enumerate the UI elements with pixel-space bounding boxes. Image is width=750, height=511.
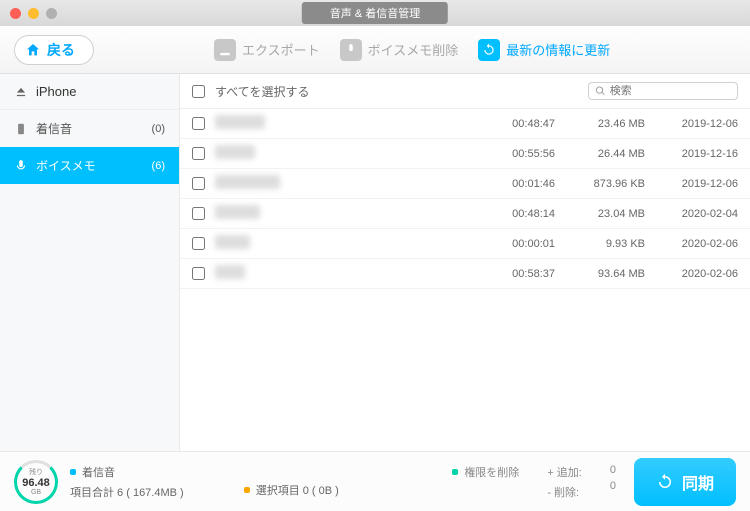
row-checkbox[interactable] [192, 177, 205, 190]
phone-icon [14, 122, 28, 136]
row-size: 9.93 KB [555, 238, 645, 250]
sidebar-item-label: ボイスメモ [36, 157, 152, 174]
row-checkbox[interactable] [192, 147, 205, 160]
footer: 残り 96.48 GB 着信音 項目合計 6 ( 167.4MB ) 選択項目 … [0, 451, 750, 511]
home-icon [25, 42, 41, 58]
search-input[interactable] [610, 85, 731, 97]
refresh-button[interactable]: 最新の情報に更新 [478, 39, 610, 61]
export-label: エクスポート [242, 40, 320, 59]
window-title: 音声 & 着信音管理 [302, 2, 448, 24]
row-duration: 00:58:37 [475, 268, 555, 280]
maximize-icon [46, 8, 57, 19]
total-label: 項目合計 6 ( 167.4MB ) [70, 484, 184, 500]
del-count: 0 [610, 480, 616, 492]
table-row[interactable]: 00:48:1423.04 MB2020-02-04 [180, 199, 750, 229]
dot-icon [452, 469, 458, 475]
add-count: 0 [610, 464, 616, 476]
storage-gauge: 残り 96.48 GB [14, 460, 58, 504]
refresh-icon [478, 39, 500, 61]
sync-icon [656, 473, 674, 491]
gauge-value: 96.48 [22, 477, 50, 489]
row-checkbox[interactable] [192, 267, 205, 280]
main-panel: すべてを選択する 00:48:4723.46 MB2019-12-0600:55… [180, 74, 750, 451]
stats-mid: 選択項目 0 ( 0B ) [244, 466, 339, 498]
rows-container: 00:48:4723.46 MB2019-12-0600:55:5626.44 … [180, 109, 750, 451]
row-duration: 00:48:14 [475, 208, 555, 220]
sync-label: 同期 [682, 470, 714, 494]
row-date: 2020-02-06 [648, 268, 738, 280]
sidebar-item-ringtone[interactable]: 着信音 (0) [0, 110, 179, 147]
row-date: 2019-12-16 [648, 148, 738, 160]
mic-icon [14, 159, 28, 173]
sidebar-device-label: iPhone [36, 84, 76, 99]
toolbar: 戻る エクスポート ボイスメモ削除 最新の情報に更新 [0, 26, 750, 74]
row-name [215, 235, 475, 252]
del-label: - 削除: [547, 487, 579, 499]
row-name [215, 205, 475, 222]
select-all-label: すべてを選択する [215, 83, 578, 100]
row-checkbox[interactable] [192, 117, 205, 130]
content: iPhone 着信音 (0) ボイスメモ (6) すべてを選択する 00:48:… [0, 74, 750, 451]
add-label: + 追加: [547, 467, 582, 479]
sidebar-item-voicememo[interactable]: ボイスメモ (6) [0, 147, 179, 184]
sidebar-item-count: (0) [152, 123, 165, 135]
row-size: 26.44 MB [555, 148, 645, 160]
row-date: 2019-12-06 [648, 118, 738, 130]
export-button[interactable]: エクスポート [214, 39, 320, 61]
delete-button[interactable]: ボイスメモ削除 [340, 39, 459, 61]
row-duration: 00:00:01 [475, 238, 555, 250]
ringtone-label: 着信音 [82, 464, 115, 480]
sync-button[interactable]: 同期 [634, 458, 736, 506]
table-row[interactable]: 00:01:46873.96 KB2019-12-06 [180, 169, 750, 199]
traffic-lights [10, 8, 57, 19]
row-name [215, 145, 475, 162]
row-duration: 00:55:56 [475, 148, 555, 160]
dot-icon [70, 469, 76, 475]
row-name [215, 175, 475, 192]
table-row[interactable]: 00:55:5626.44 MB2019-12-16 [180, 139, 750, 169]
row-size: 23.04 MB [555, 208, 645, 220]
gauge-unit: GB [31, 489, 41, 496]
row-size: 873.96 KB [555, 178, 645, 190]
stats-left: 着信音 項目合計 6 ( 167.4MB ) [70, 464, 184, 500]
sidebar: iPhone 着信音 (0) ボイスメモ (6) [0, 74, 180, 451]
search-icon [595, 85, 606, 97]
sidebar-item-count: (6) [152, 160, 165, 172]
back-label: 戻る [47, 40, 75, 60]
row-name [215, 265, 475, 282]
row-date: 2020-02-04 [648, 208, 738, 220]
select-all-checkbox[interactable] [192, 85, 205, 98]
stats-right: 権限を削除 + 追加: - 削除: 0 0 [452, 464, 616, 500]
row-duration: 00:01:46 [475, 178, 555, 190]
row-date: 2019-12-06 [648, 178, 738, 190]
export-icon [214, 39, 236, 61]
search-box[interactable] [588, 82, 738, 100]
row-checkbox[interactable] [192, 207, 205, 220]
row-duration: 00:48:47 [475, 118, 555, 130]
back-button[interactable]: 戻る [14, 35, 94, 65]
delete-label: ボイスメモ削除 [368, 40, 459, 59]
table-row[interactable]: 00:58:3793.64 MB2020-02-06 [180, 259, 750, 289]
table-row[interactable]: 00:48:4723.46 MB2019-12-06 [180, 109, 750, 139]
perm-delete-label: 権限を削除 [464, 464, 519, 480]
table-row[interactable]: 00:00:019.93 KB2020-02-06 [180, 229, 750, 259]
dot-icon [244, 487, 250, 493]
eject-icon [14, 85, 28, 99]
sidebar-item-label: 着信音 [36, 120, 152, 137]
row-size: 93.64 MB [555, 268, 645, 280]
mic-delete-icon [340, 39, 362, 61]
row-name [215, 115, 475, 132]
row-size: 23.46 MB [555, 118, 645, 130]
sidebar-header[interactable]: iPhone [0, 74, 179, 110]
row-date: 2020-02-06 [648, 238, 738, 250]
titlebar: 音声 & 着信音管理 [0, 0, 750, 26]
minimize-icon[interactable] [28, 8, 39, 19]
close-icon[interactable] [10, 8, 21, 19]
refresh-label: 最新の情報に更新 [506, 40, 610, 59]
selected-label: 選択項目 0 ( 0B ) [256, 482, 339, 498]
list-header: すべてを選択する [180, 74, 750, 109]
gauge-label: 残り [29, 467, 43, 477]
row-checkbox[interactable] [192, 237, 205, 250]
